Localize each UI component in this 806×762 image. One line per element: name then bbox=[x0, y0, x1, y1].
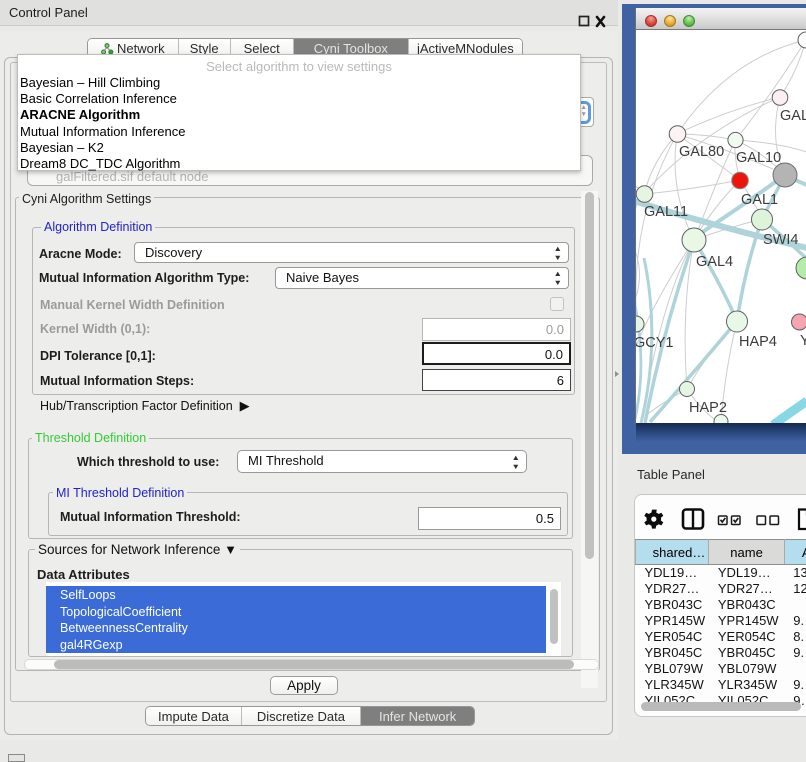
svg-text:SWI4: SWI4 bbox=[763, 232, 798, 248]
svg-text:GAL11: GAL11 bbox=[644, 204, 688, 220]
svg-text:GAL7: GAL7 bbox=[780, 108, 806, 124]
svg-text:Y: Y bbox=[800, 333, 806, 349]
svg-text:GAL10: GAL10 bbox=[736, 150, 781, 166]
svg-text:HAP4: HAP4 bbox=[739, 334, 777, 350]
svg-text:GAL1: GAL1 bbox=[741, 192, 778, 208]
svg-text:GAL80: GAL80 bbox=[679, 144, 724, 160]
svg-text:HAP2: HAP2 bbox=[689, 400, 727, 416]
svg-text:GCY1: GCY1 bbox=[636, 335, 674, 351]
svg-text:GAL4: GAL4 bbox=[696, 254, 733, 270]
